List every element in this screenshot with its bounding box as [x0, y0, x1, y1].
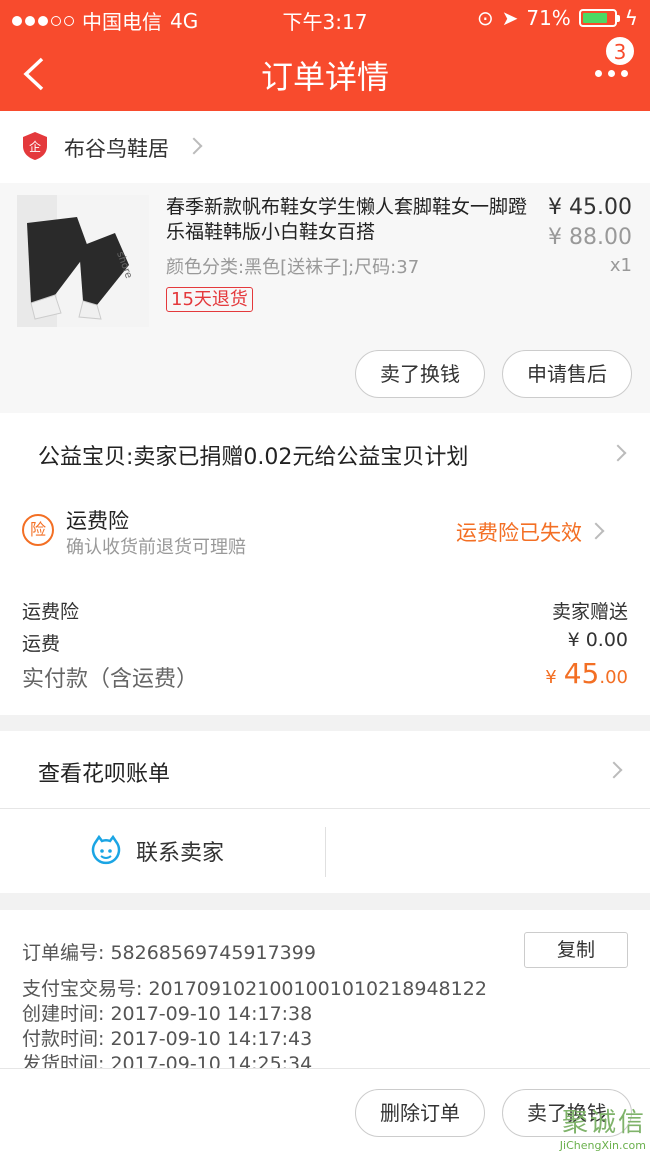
fee-row: 运费 ¥ 0.00 — [22, 629, 628, 656]
insurance-icon: 险 — [22, 514, 54, 546]
shop-name: 布谷鸟鞋居 — [64, 137, 169, 161]
huabei-bill-label: 查看花呗账单 — [38, 762, 171, 787]
fee-label: 运费 — [22, 633, 61, 655]
product-quantity: x1 — [609, 255, 632, 276]
chevron-right-icon — [605, 761, 623, 779]
watermark-url: JiChengXin.com — [559, 1139, 646, 1152]
product-original-price: ¥ 88.00 — [548, 225, 632, 250]
product-price: ¥ 45.00 — [548, 195, 632, 220]
divider — [325, 827, 326, 877]
location-icon: ➤ — [501, 6, 519, 30]
huabei-bill-row[interactable]: 查看花呗账单 — [0, 731, 650, 809]
fee-row: 运费险 卖家赠送 — [22, 597, 628, 624]
return-policy-tag: 15天退货 — [166, 287, 253, 312]
insurance-subtitle: 确认收货前退货可理赔 — [66, 537, 246, 558]
chevron-right-icon — [185, 137, 203, 155]
product-title[interactable]: 春季新款帆布鞋女学生懒人套脚鞋女一脚蹬乐福鞋韩版小白鞋女百搭 — [166, 195, 531, 245]
product-image: shore — [17, 195, 149, 327]
shop-logo-icon: 企 — [23, 132, 47, 160]
alipay-transaction-number: 支付宝交易号: 2017091021001001010218948122 — [22, 978, 487, 1000]
order-info: 订单编号: 58268569745917399 复制 支付宝交易号: 20170… — [0, 910, 650, 1075]
contact-seller-button[interactable]: 联系卖家 — [90, 835, 224, 867]
svg-text:企: 企 — [29, 139, 41, 154]
order-summary: 公益宝贝:卖家已捐赠0.02元给公益宝贝计划 险 运费险 确认收货前退货可理赔 … — [0, 413, 650, 715]
bottom-action-bar: 删除订单 卖了换钱 聚诚信 JiChengXin.com — [0, 1068, 650, 1156]
rotation-lock-icon: ⊙ — [476, 6, 494, 30]
paid-time: 付款时间: 2017-09-10 14:17:43 — [22, 1028, 313, 1050]
page-title: 订单详情 — [260, 58, 389, 96]
watermark-text: 聚诚信 — [561, 1108, 646, 1138]
contact-bar: 联系卖家 — [0, 809, 650, 893]
insurance-status[interactable]: 运费险已失效 — [456, 517, 582, 547]
battery-icon — [578, 9, 620, 27]
status-bar: 中国电信 4G 下午3:17 ⊙ ➤ 71% ϟ — [0, 0, 650, 36]
battery-percent: 71% — [526, 6, 571, 30]
chevron-right-icon — [609, 444, 627, 462]
top-bar: 中国电信 4G 下午3:17 ⊙ ➤ 71% ϟ 订单详情 3 — [0, 0, 650, 111]
charging-icon: ϟ — [624, 6, 638, 30]
delete-order-button[interactable]: 删除订单 — [355, 1089, 485, 1137]
fee-value: 卖家赠送 — [551, 601, 628, 623]
chevron-right-icon — [587, 522, 605, 540]
wangwang-icon — [91, 835, 121, 865]
fee-value: ¥ 0.00 — [567, 629, 628, 651]
watermark-logo: 聚诚信 JiChengXin.com — [560, 1102, 646, 1152]
fee-label: 运费险 — [22, 601, 80, 623]
copy-button[interactable]: 复制 — [524, 932, 628, 968]
after-sales-button[interactable]: 申请售后 — [502, 350, 632, 398]
order-item[interactable]: shore 春季新款帆布鞋女学生懒人套脚鞋女一脚蹬乐福鞋韩版小白鞋女百搭 颜色分… — [0, 183, 650, 413]
more-icon[interactable] — [595, 70, 628, 77]
contact-seller-label: 联系卖家 — [136, 841, 225, 866]
insurance-title: 运费险 — [66, 509, 129, 533]
created-time: 创建时间: 2017-09-10 14:17:38 — [22, 1003, 313, 1025]
total-label: 实付款（含运费） — [22, 667, 199, 692]
product-sku: 颜色分类:黑色[送袜子];尺码:37 — [166, 257, 420, 278]
resell-button[interactable]: 卖了换钱 — [355, 350, 485, 398]
message-badge: 3 — [605, 36, 635, 66]
order-number: 订单编号: 58268569745917399 — [22, 942, 316, 964]
shop-row[interactable]: 企 布谷鸟鞋居 — [0, 111, 650, 183]
total-amount: ¥ 45.00 — [545, 657, 628, 690]
charity-row[interactable]: 公益宝贝:卖家已捐赠0.02元给公益宝贝计划 — [38, 439, 468, 471]
total-row: 实付款（含运费） ¥ 45.00 — [22, 657, 628, 693]
